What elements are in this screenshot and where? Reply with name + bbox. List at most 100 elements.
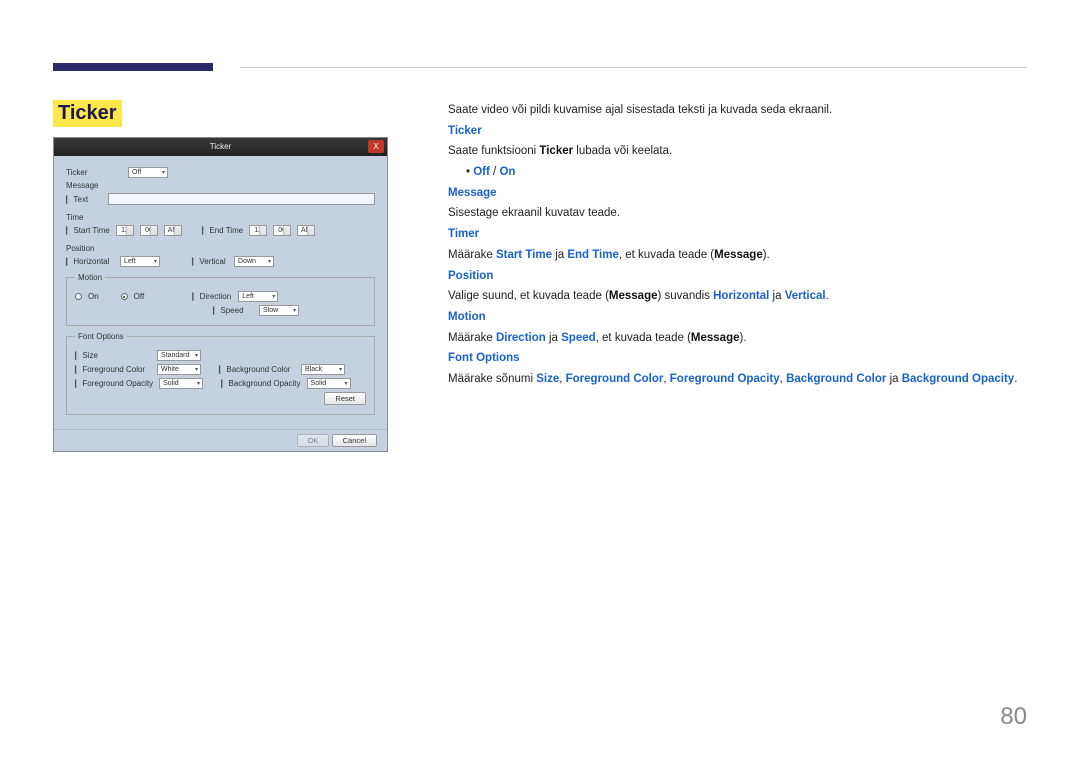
t: lubada või keelata. [573,145,672,157]
t: Saate funktsiooni [448,145,539,157]
t: , et kuvada teade ( [596,332,691,344]
motion-off-radio[interactable] [121,293,128,300]
direction-select[interactable]: Left [238,291,278,302]
fg-color-label: Foreground Color [75,365,151,374]
ok-button[interactable]: OK [297,434,330,447]
start-hour[interactable]: 12 [116,225,134,236]
t: Valige suund, et kuvada teade ( [448,290,609,302]
t: Ticker [539,145,573,157]
end-hour[interactable]: 12 [249,225,267,236]
motion-on-radio[interactable] [75,293,82,300]
close-icon[interactable]: X [368,140,384,153]
t: End Time [567,249,619,261]
t: ja [886,373,901,385]
t: Foreground Color [566,373,664,385]
t: , et kuvada teade ( [619,249,714,261]
t: ). [763,249,770,261]
fg-opacity-label: Foreground Opacity [75,379,153,388]
start-time-label: Start Time [66,226,110,235]
bg-color-select[interactable]: Black [301,364,345,375]
position-desc: Valige suund, et kuvada teade (Message) … [448,286,1027,307]
reset-button[interactable]: Reset [324,392,366,405]
t: / [490,166,500,178]
t: Direction [496,332,546,344]
t: Message [691,332,740,344]
bg-opacity-label: Background Opacity [221,379,300,388]
t: Vertical [785,290,826,302]
position-heading: Position [448,266,1027,287]
t: Foreground Opacity [670,373,780,385]
font-options-heading: Font Options [448,348,1027,369]
header-accent-bar [53,63,213,71]
ticker-dialog: Ticker X Ticker Off Message Text Time St… [53,137,388,452]
position-label: Position [66,244,122,253]
vertical-select[interactable]: Down [234,256,274,267]
t: . [1014,373,1017,385]
t: ja [546,332,561,344]
t: Horizontal [713,290,769,302]
t: Message [609,290,658,302]
text-input[interactable] [108,193,375,205]
t: Message [714,249,763,261]
font-options-desc: Määrake sõnumi Size, Foreground Color, F… [448,369,1027,390]
t: Määrake sõnumi [448,373,536,385]
timer-desc: Määrake Start Time ja End Time, et kuvad… [448,245,1027,266]
ticker-label: Ticker [66,168,122,177]
text-label: Text [66,195,102,204]
bg-color-label: Background Color [219,365,295,374]
horizontal-select[interactable]: Left [120,256,160,267]
motion-legend: Motion [75,273,105,282]
on-option: On [499,166,515,178]
end-time-label: End Time [202,226,243,235]
ticker-desc: Saate funktsiooni Ticker lubada või keel… [448,141,1027,162]
description-text: Saate video või pildi kuvamise ajal sise… [448,100,1027,452]
t: Määrake [448,332,496,344]
time-label: Time [66,213,122,222]
motion-group: Motion On Off Direction Left Speed [66,273,375,326]
dialog-title: Ticker [210,142,231,151]
motion-desc: Määrake Direction ja Speed, et kuvada te… [448,328,1027,349]
t: Background Color [786,373,886,385]
start-min[interactable]: 00 [140,225,158,236]
message-heading: Message [448,183,1027,204]
ticker-heading: Ticker [448,121,1027,142]
t: ) suvandis [658,290,714,302]
size-label: Size [75,351,151,360]
start-ampm[interactable]: AM [164,225,182,236]
t: . [826,290,829,302]
t: Size [536,373,559,385]
speed-label: Speed [213,306,253,315]
vertical-label: Vertical [192,257,228,266]
t: Start Time [496,249,552,261]
direction-label: Direction [192,292,232,301]
motion-on-label: On [88,292,99,301]
motion-off-label: Off [134,292,145,301]
message-label: Message [66,181,122,190]
bg-opacity-select[interactable]: Solid [307,378,351,389]
cancel-button[interactable]: Cancel [332,434,377,447]
timer-heading: Timer [448,224,1027,245]
t: Background Opacity [902,373,1014,385]
dialog-titlebar: Ticker X [54,138,387,156]
motion-heading: Motion [448,307,1027,328]
end-min[interactable]: 00 [273,225,291,236]
section-title: Ticker [53,100,122,127]
size-select[interactable]: Standard [157,350,201,361]
page-number: 80 [1000,703,1027,731]
horizontal-label: Horizontal [66,257,114,266]
fg-opacity-select[interactable]: Solid [159,378,203,389]
message-desc: Sisestage ekraanil kuvatav teade. [448,203,1027,224]
t: Speed [561,332,596,344]
t: ja [552,249,567,261]
font-options-group: Font Options Size Standard Foreground Co… [66,332,375,415]
header-rule [240,67,1027,68]
speed-select[interactable]: Slow [259,305,299,316]
intro-line: Saate video või pildi kuvamise ajal sise… [448,100,1027,121]
t: ). [740,332,747,344]
ticker-select[interactable]: Off [128,167,168,178]
ticker-options: Off / On [448,162,1027,183]
font-options-legend: Font Options [75,332,127,341]
off-option: Off [473,166,490,178]
fg-color-select[interactable]: White [157,364,201,375]
end-ampm[interactable]: AM [297,225,315,236]
